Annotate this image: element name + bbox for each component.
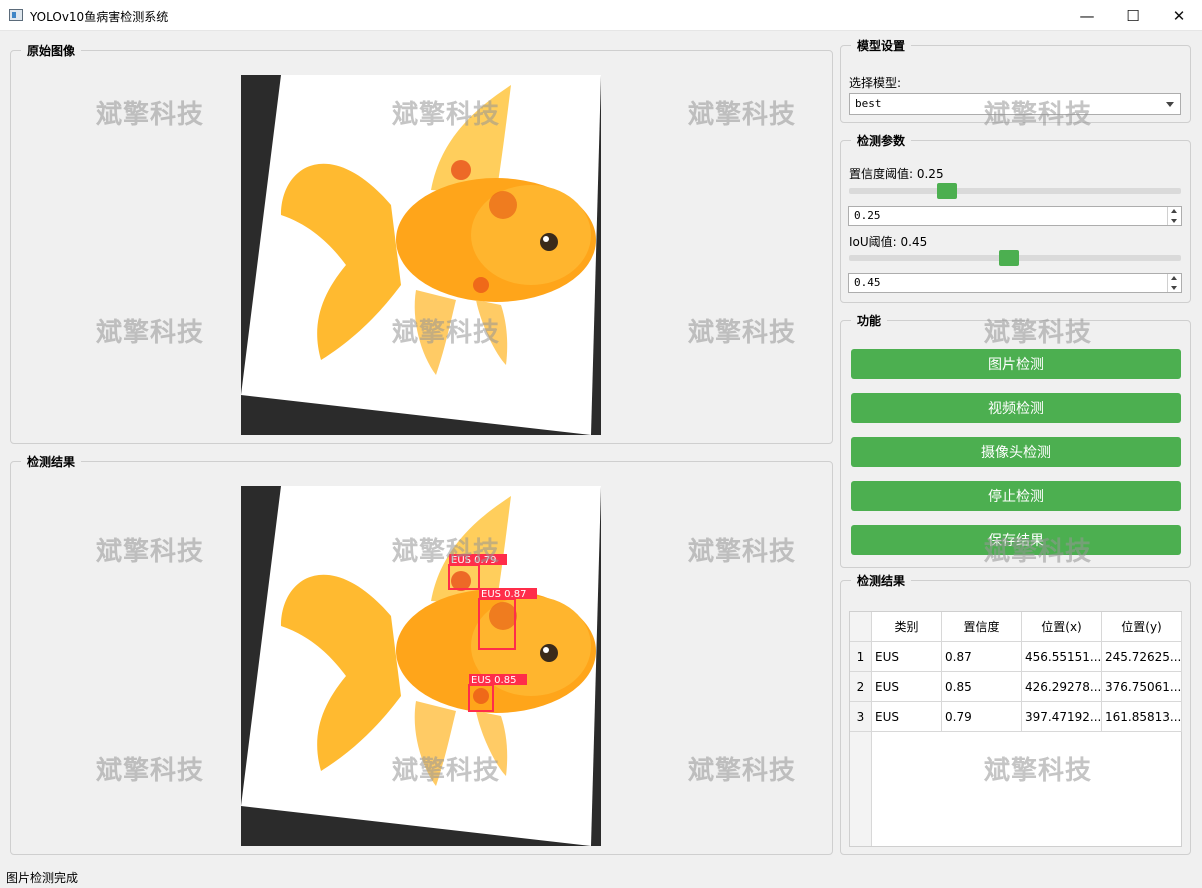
table-cell-confidence[interactable]: 0.85: [942, 672, 1022, 702]
maximize-button[interactable]: ☐: [1110, 0, 1156, 31]
title-bar: YOLOv10鱼病害检测系统 — ☐ ✕: [0, 0, 1202, 31]
column-header-confidence[interactable]: 置信度: [942, 612, 1022, 642]
model-settings-title: 模型设置: [851, 37, 912, 54]
table-cell-class[interactable]: EUS: [872, 642, 942, 672]
original-image: [241, 75, 601, 435]
close-button[interactable]: ✕: [1156, 0, 1202, 31]
conf-slider-handle[interactable]: [937, 183, 957, 199]
save-result-button[interactable]: 保存结果: [851, 525, 1181, 555]
app-icon: [9, 9, 23, 21]
row-header[interactable]: 1: [850, 642, 872, 672]
chevron-down-icon[interactable]: [1171, 286, 1177, 290]
model-select-value: best: [855, 97, 882, 110]
detection-label: EUS 0.85: [471, 675, 516, 686]
iou-spinbox[interactable]: 0.45: [848, 273, 1182, 293]
goldfish-image: [241, 75, 601, 435]
row-header[interactable]: 3: [850, 702, 872, 732]
detection-label: EUS 0.79: [451, 555, 496, 566]
status-bar-text: 图片检测完成: [6, 871, 79, 885]
original-image-title: 原始图像: [21, 42, 82, 59]
table-cell-x[interactable]: 397.47192...: [1022, 702, 1102, 732]
table-cell-confidence[interactable]: 0.79: [942, 702, 1022, 732]
model-select[interactable]: best: [849, 93, 1181, 115]
conf-slider-track[interactable]: [849, 188, 1181, 194]
stop-detect-button[interactable]: 停止检测: [851, 481, 1181, 511]
functions-title: 功能: [851, 312, 888, 329]
result-image-title: 检测结果: [21, 453, 82, 470]
spin-buttons[interactable]: [1167, 274, 1181, 292]
conf-spinbox-value: 0.25: [854, 209, 881, 222]
spin-buttons[interactable]: [1167, 207, 1181, 225]
model-select-label: 选择模型:: [849, 76, 902, 90]
detection-label: EUS 0.87: [481, 589, 526, 600]
results-title: 检测结果: [851, 572, 912, 589]
table-cell-y[interactable]: 376.75061...: [1102, 672, 1182, 702]
table-cell-y[interactable]: 245.72625...: [1102, 642, 1182, 672]
row-header-filler: [850, 732, 872, 846]
row-header[interactable]: 2: [850, 672, 872, 702]
column-header-x[interactable]: 位置(x): [1022, 612, 1102, 642]
chevron-up-icon[interactable]: [1171, 276, 1177, 280]
iou-slider-handle[interactable]: [999, 250, 1020, 266]
column-header-class[interactable]: 类别: [872, 612, 942, 642]
table-cell-y[interactable]: 161.85813...: [1102, 702, 1182, 732]
conf-spinbox[interactable]: 0.25: [848, 206, 1182, 226]
minimize-button[interactable]: —: [1064, 0, 1110, 31]
table-cell-class[interactable]: EUS: [872, 672, 942, 702]
chevron-down-icon: [1166, 102, 1174, 107]
iou-spinbox-value: 0.45: [854, 276, 881, 289]
image-detect-button[interactable]: 图片检测: [851, 349, 1181, 379]
camera-detect-button[interactable]: 摄像头检测: [851, 437, 1181, 467]
chevron-up-icon[interactable]: [1171, 209, 1177, 213]
goldfish-result-image: EUS 0.79 EUS 0.87 EUS 0.85: [241, 486, 601, 846]
result-image: EUS 0.79 EUS 0.87 EUS 0.85: [241, 486, 601, 846]
video-detect-button[interactable]: 视频检测: [851, 393, 1181, 423]
chevron-down-icon[interactable]: [1171, 219, 1177, 223]
column-header-y[interactable]: 位置(y): [1102, 612, 1182, 642]
table-cell-confidence[interactable]: 0.87: [942, 642, 1022, 672]
table-cell-class[interactable]: EUS: [872, 702, 942, 732]
table-cell-x[interactable]: 456.55151...: [1022, 642, 1102, 672]
iou-threshold-label: IoU阈值: 0.45: [849, 235, 928, 249]
table-corner[interactable]: [850, 612, 872, 642]
window-title: YOLOv10鱼病害检测系统: [30, 10, 169, 24]
conf-threshold-label: 置信度阈值: 0.25: [849, 167, 944, 181]
table-cell-x[interactable]: 426.29278...: [1022, 672, 1102, 702]
results-table[interactable]: 类别 置信度 位置(x) 位置(y) 1 EUS 0.87 456.55151.…: [849, 611, 1182, 847]
detect-params-title: 检测参数: [851, 132, 912, 149]
